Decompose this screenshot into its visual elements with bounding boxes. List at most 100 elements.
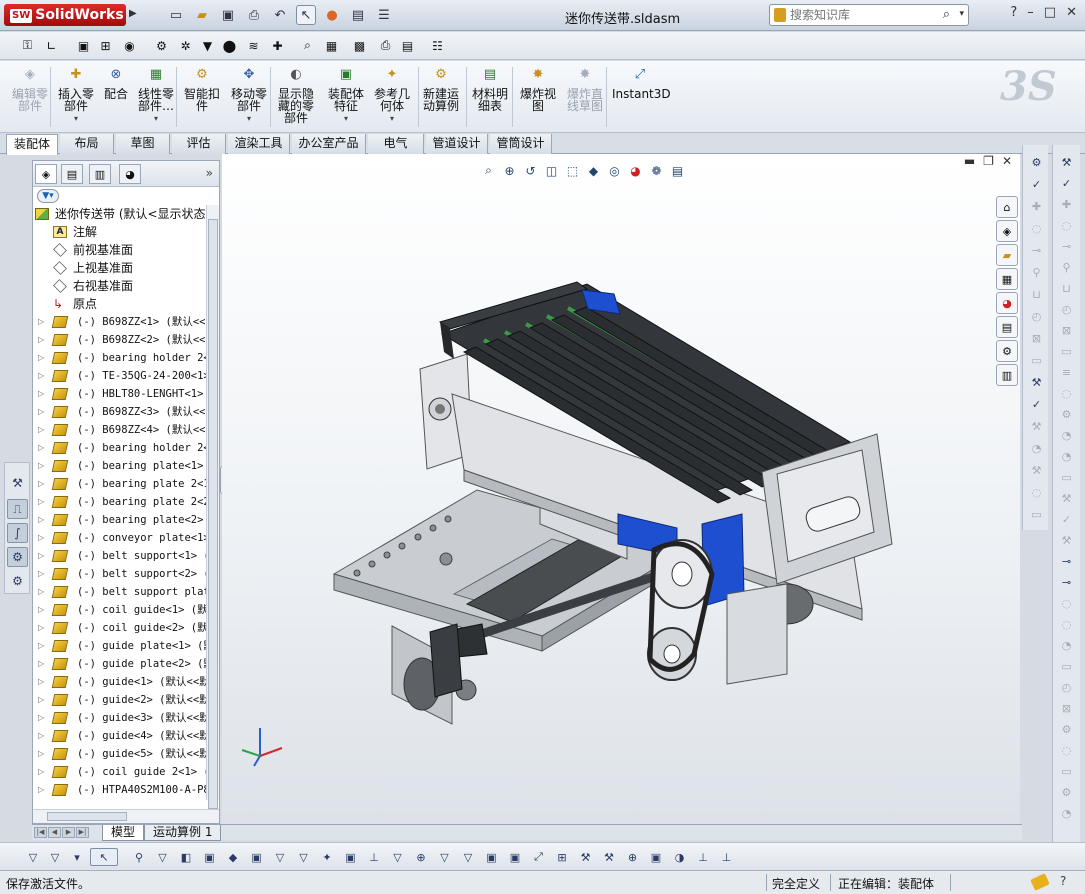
expand-panel-icon[interactable]: » <box>206 166 213 180</box>
dropdown-caret-icon[interactable]: ▾ <box>136 113 176 125</box>
solidworks-logo[interactable]: SW SolidWorks <box>4 4 126 26</box>
cmd-edit-component-button[interactable]: ◈ 编辑零 部件 <box>8 65 52 112</box>
tree-component-item[interactable]: ▷ (-) bearing plate<1> ( <box>33 457 207 475</box>
tree-component-item[interactable]: ▷ (-) coil guide<2> (默认 <box>33 619 207 637</box>
horizontal-scroll-thumb[interactable] <box>47 812 127 821</box>
selection-filter-9-icon[interactable]: ▣ <box>248 848 266 866</box>
cmd-mate-button[interactable]: ⊗ 配合 <box>102 65 130 100</box>
rebuild-icon[interactable]: ● <box>322 5 342 25</box>
select-icon[interactable]: ↖ <box>296 5 316 25</box>
gear-alt-icon[interactable]: ✲ <box>176 36 195 55</box>
selection-filter-6-icon[interactable]: ◧ <box>177 848 195 866</box>
selection-filter-5-icon[interactable]: ▽ <box>154 848 172 866</box>
expand-arrow-icon[interactable]: ▷ <box>38 781 44 799</box>
tab-0[interactable]: 装配体 <box>6 134 58 155</box>
right-sketch-tool-21-icon[interactable]: ◌ <box>1056 594 1077 612</box>
tree-component-item[interactable]: ▷ (-) conveyor plate<1> <box>33 529 207 547</box>
right-sketch-tool-8-icon[interactable]: ⊠ <box>1056 321 1077 339</box>
cmd-exploded-view-button[interactable]: ✸ 爆炸视 图 <box>518 65 558 112</box>
print-icon[interactable]: ⎙ <box>244 5 264 25</box>
magnify-icon[interactable]: ⌕ <box>298 36 317 55</box>
filter-icon[interactable]: ▼▾ <box>37 189 59 203</box>
tree-scrollbar[interactable] <box>206 205 219 809</box>
right-sketch-tool-18-icon[interactable]: ⚒ <box>1056 531 1077 549</box>
tree-component-item[interactable]: ▷ (-) bearing plate 2<2> <box>33 493 207 511</box>
right-sketch-tool-27-icon[interactable]: ⚙ <box>1056 720 1077 738</box>
expand-arrow-icon[interactable]: ▷ <box>38 727 44 745</box>
right-sketch-tool-17-icon[interactable]: ✓ <box>1056 510 1077 528</box>
cmd-show-hidden-button[interactable]: ◐ 显示隐 藏的零 部件 <box>276 65 316 124</box>
expand-arrow-icon[interactable]: ▷ <box>38 457 44 475</box>
view-orientation-icon[interactable]: ⬚ <box>564 162 581 179</box>
selection-filter-3-icon[interactable]: ↖ <box>90 848 118 866</box>
selection-filter-27-icon[interactable]: ◑ <box>671 848 689 866</box>
funnel-icon[interactable]: ▼ <box>198 36 217 55</box>
right-sketch-tool-2-icon[interactable]: ✚ <box>1056 195 1077 213</box>
expand-arrow-icon[interactable]: ▷ <box>38 421 44 439</box>
close-button[interactable]: ✕ <box>1066 5 1077 20</box>
tree-component-item[interactable]: ▷ (-) belt support plate <box>33 583 207 601</box>
cmd-new-motion-study-button[interactable]: ⚙ 新建运 动算例 <box>420 65 462 112</box>
undo-icon[interactable]: ↶ <box>270 5 290 25</box>
sketch-icon[interactable]: ∟ <box>42 36 61 55</box>
toolbox-icon[interactable]: ⚙ <box>996 340 1018 362</box>
right-sketch-tool-15-icon[interactable]: ▭ <box>1056 468 1077 486</box>
selection-filter-28-icon[interactable]: ⊥ <box>694 848 712 866</box>
selection-filter-0-icon[interactable]: ▽ <box>24 848 42 866</box>
right-sketch-tool-4-icon[interactable]: ⊸ <box>1056 237 1077 255</box>
expand-arrow-icon[interactable]: ▷ <box>38 529 44 547</box>
forum-icon[interactable]: ▥ <box>996 364 1018 386</box>
selection-filter-8-icon[interactable]: ◆ <box>224 848 242 866</box>
tree-component-item[interactable]: ▷ (-) guide<5> (默认<<默 <box>33 745 207 763</box>
expand-arrow-icon[interactable]: ▷ <box>38 439 44 457</box>
options-icon[interactable]: ☰ <box>374 5 394 25</box>
cmd-reference-geometry-button[interactable]: ✦ 参考几 何体 ▾ <box>372 65 412 125</box>
right-sketch-tool-3-icon[interactable]: ◌ <box>1056 216 1077 234</box>
gear-icon[interactable]: ⚙ <box>152 36 171 55</box>
tab-3[interactable]: 评估 <box>172 134 226 154</box>
right-tool-14-icon[interactable]: ⚒ <box>1026 461 1047 479</box>
display-manager-tab-icon[interactable]: ◕ <box>119 164 141 184</box>
tree-horizontal-scrollbar[interactable] <box>33 809 219 823</box>
last-tab-icon[interactable]: ▶| <box>76 827 89 838</box>
tree-feature-item[interactable]: 前视基准面 <box>33 241 207 259</box>
path-icon[interactable]: ⎍ <box>7 499 28 519</box>
cmd-smart-fasteners-button[interactable]: ⚙ 智能扣 件 <box>182 65 222 112</box>
cmd-insert-component-button[interactable]: ✚ 插入零 部件 ▾ <box>56 65 96 125</box>
tree-component-item[interactable]: ▷ (-) B698ZZ<3> (默认<<默 <box>33 403 207 421</box>
tree-component-item[interactable]: ▷ (-) guide plate<1> (默 <box>33 637 207 655</box>
dropdown-caret-icon[interactable]: ▾ <box>56 113 96 125</box>
expand-arrow-icon[interactable]: ▷ <box>38 565 44 583</box>
right-tool-11-icon[interactable]: ✓ <box>1026 395 1047 413</box>
tab-4[interactable]: 渲染工具 <box>228 134 290 154</box>
selection-filter-15-icon[interactable]: ▽ <box>389 848 407 866</box>
tab-model[interactable]: 模型 <box>102 825 145 841</box>
home-icon[interactable]: ⌂ <box>996 196 1018 218</box>
right-tool-15-icon[interactable]: ◌ <box>1026 483 1047 501</box>
rebuild-status-icon[interactable] <box>1030 873 1050 891</box>
minimize-button[interactable]: – <box>1027 5 1034 20</box>
custom-properties-icon[interactable]: ▤ <box>996 316 1018 338</box>
right-tool-1-icon[interactable]: ✓ <box>1026 175 1047 193</box>
right-sketch-tool-1-icon[interactable]: ✓ <box>1056 174 1077 192</box>
right-sketch-tool-5-icon[interactable]: ⚲ <box>1056 258 1077 276</box>
right-sketch-tool-7-icon[interactable]: ◴ <box>1056 300 1077 318</box>
right-tool-7-icon[interactable]: ◴ <box>1026 307 1047 325</box>
right-sketch-tool-19-icon[interactable]: ⊸ <box>1056 552 1077 570</box>
configuration-manager-tab-icon[interactable]: ▥ <box>89 164 111 184</box>
selection-filter-11-icon[interactable]: ▽ <box>295 848 313 866</box>
tree-component-item[interactable]: ▷ (-) bearing plate<2> ( <box>33 511 207 529</box>
right-sketch-tool-9-icon[interactable]: ▭ <box>1056 342 1077 360</box>
table-icon[interactable]: ▦ <box>322 36 341 55</box>
prev-tab-icon[interactable]: ◀ <box>48 827 61 838</box>
tab-motion-study-1[interactable]: 运动算例 1 <box>144 825 222 841</box>
tree-component-item[interactable]: ▷ (-) guide plate<2> (默 <box>33 655 207 673</box>
tab-5[interactable]: 办公室产品 <box>292 134 366 154</box>
expand-arrow-icon[interactable]: ▷ <box>38 331 44 349</box>
selection-filter-14-icon[interactable]: ⊥ <box>365 848 383 866</box>
help-icon[interactable]: ? <box>1060 874 1066 888</box>
scene-icon[interactable]: ❁ <box>648 162 665 179</box>
selection-filter-4-icon[interactable]: ⚲ <box>130 848 148 866</box>
selection-filter-29-icon[interactable]: ⊥ <box>718 848 736 866</box>
menu-expand-icon[interactable]: ▶ <box>129 8 137 19</box>
